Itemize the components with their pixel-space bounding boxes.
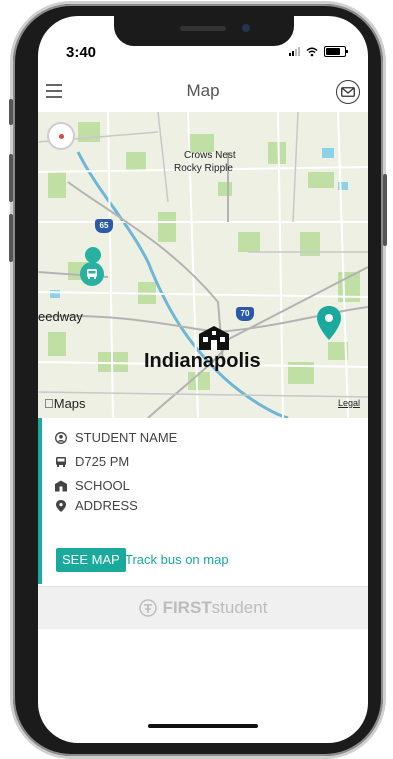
brand-footer: FIRSTstudent xyxy=(38,586,368,629)
apple-logo-icon:  xyxy=(44,396,54,411)
phone-notch xyxy=(114,16,294,46)
brand-name: FIRSTstudent xyxy=(162,598,268,617)
see-map-button[interactable]: SEE MAP xyxy=(56,548,126,572)
track-bus-link[interactable]: Track bus on map xyxy=(125,552,229,567)
battery-icon xyxy=(324,46,348,57)
location-pin-icon xyxy=(55,499,67,512)
volume-up-button xyxy=(9,154,13,202)
power-button xyxy=(383,174,387,246)
student-info-card: STUDENT NAME D725 PM SCHOOL ADDRESS SEE … xyxy=(38,418,368,586)
user-icon xyxy=(55,431,67,444)
bus-marker-icon[interactable] xyxy=(80,262,104,286)
speaker-grille xyxy=(180,26,226,31)
school-icon xyxy=(55,480,67,492)
map-label-speedway: eedway xyxy=(38,309,83,324)
map-view[interactable]: Crows Nest Rocky Ripple 65 70 eedway Ind… xyxy=(38,112,368,418)
apple-maps-logo: Maps xyxy=(44,396,86,411)
status-icons xyxy=(289,46,348,57)
address-row: ADDRESS xyxy=(55,498,138,513)
school-row: SCHOOL xyxy=(55,478,130,493)
destination-pin-icon[interactable] xyxy=(317,306,341,340)
card-accent-bar xyxy=(38,418,42,584)
home-indicator[interactable] xyxy=(148,724,258,728)
address-text: ADDRESS xyxy=(75,498,138,513)
app-header: Map xyxy=(38,74,368,113)
status-time: 3:40 xyxy=(66,44,97,61)
front-camera xyxy=(242,24,250,32)
student-name-row: STUDENT NAME xyxy=(55,430,177,445)
bus-number: D725 PM xyxy=(75,454,130,469)
bus-row: D725 PM xyxy=(55,454,129,469)
map-label-rocky-ripple: Rocky Ripple xyxy=(174,163,233,174)
page-title: Map xyxy=(186,81,220,100)
map-label-city: Indianapolis xyxy=(144,350,261,372)
wifi-icon xyxy=(306,47,318,56)
envelope-icon[interactable] xyxy=(336,80,360,104)
signal-icon xyxy=(289,47,300,56)
legal-link[interactable]: Legal xyxy=(338,398,360,408)
my-location-button[interactable] xyxy=(49,124,73,148)
bus-icon xyxy=(55,456,67,468)
mute-switch xyxy=(9,99,13,125)
highway-shield-65: 65 xyxy=(95,219,113,233)
transit-icon[interactable] xyxy=(85,247,101,263)
student-name: STUDENT NAME xyxy=(75,430,178,445)
volume-down-button xyxy=(9,214,13,262)
app-screen: 3:40 Map Crows Nest Rocky Ripple 65 70 e… xyxy=(38,16,368,743)
highway-shield-70: 70 xyxy=(236,307,254,321)
school-name: SCHOOL xyxy=(75,478,130,493)
firststudent-logo-icon xyxy=(138,599,157,617)
school-building-icon xyxy=(199,326,229,350)
map-label-crows-nest: Crows Nest xyxy=(184,150,236,161)
